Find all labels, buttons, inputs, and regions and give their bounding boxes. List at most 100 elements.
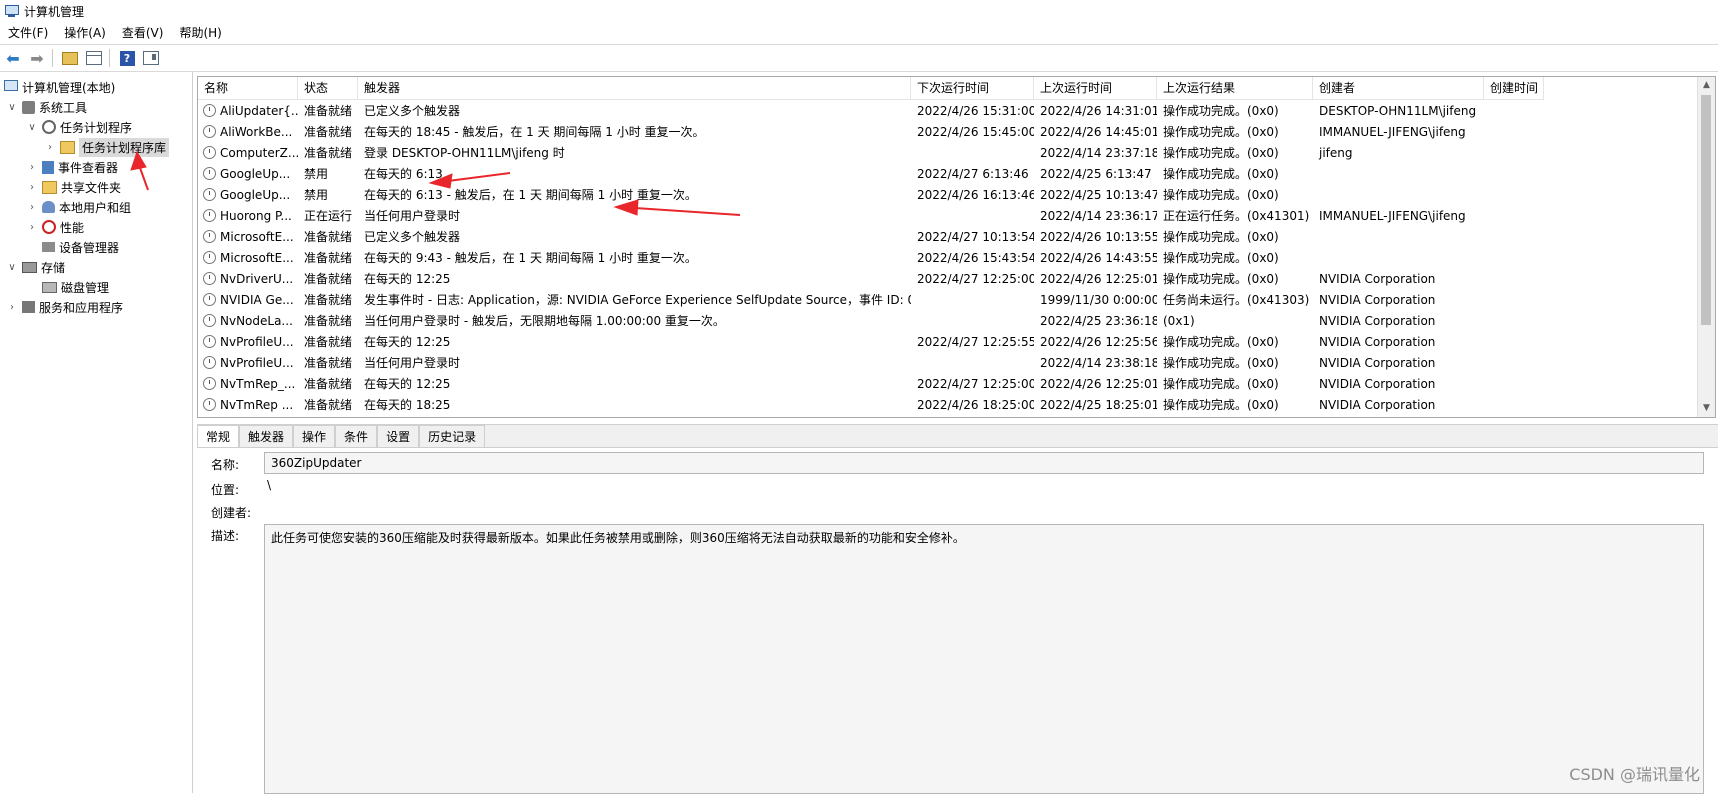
task-name-label: NvTmRep ... <box>220 397 294 412</box>
tree-node-event-viewer[interactable]: › 事件查看器 <box>26 158 118 176</box>
task-name-label: NvTmRep_... <box>220 376 296 391</box>
tree-node-shared-folders[interactable]: › 共享文件夹 <box>26 178 121 196</box>
tree-node-services-apps[interactable]: › 服务和应用程序 <box>6 298 123 316</box>
task-name-label: NvProfileU... <box>220 355 294 370</box>
chevron-down-icon[interactable]: ∨ <box>6 102 18 113</box>
cell-next-run: 2022/4/26 15:31:00 <box>917 103 1034 118</box>
back-arrow-icon[interactable]: ⬅ <box>2 48 24 68</box>
tab-actions[interactable]: 操作 <box>293 425 336 448</box>
task-name-label: MicrosoftE... <box>220 250 294 265</box>
cell-status: 准备就绪 <box>304 272 353 286</box>
column-header-trigger[interactable]: 触发器 <box>358 77 911 99</box>
action-pane-icon <box>143 51 159 65</box>
table-row[interactable]: GoogleUp... 禁用 在每天的 6:13 - 触发后，在 1 天 期间每隔 … <box>198 184 1544 205</box>
cell-last-run: 2022/4/26 14:45:01 <box>1040 124 1157 139</box>
scroll-up-icon[interactable]: ▲ <box>1698 77 1715 94</box>
tree-label: 存储 <box>41 260 66 275</box>
task-clock-icon <box>203 293 216 306</box>
table-row[interactable]: NvDriverU... 准备就绪 在每天的 12:25 2022/4/27 12:2… <box>198 268 1544 289</box>
task-clock-icon <box>203 314 216 327</box>
tree-node-storage[interactable]: ∨ 存储 <box>6 258 65 276</box>
cell-status: 准备就绪 <box>304 293 353 307</box>
table-row[interactable]: NvTmRep_... 准备就绪 在每天的 12:25 2022/4/27 12:25… <box>198 373 1544 394</box>
tree-node-device-manager[interactable]: 设备管理器 <box>42 238 119 256</box>
cell-last-run: 2022/4/25 6:13:47 <box>1040 166 1152 181</box>
chevron-right-icon[interactable]: › <box>6 302 18 313</box>
table-row[interactable]: Huorong P... 正在运行 当任何用户登录时 2022/4/14 23:36:… <box>198 205 1544 226</box>
table-row[interactable]: AliWorkBe... 准备就绪 在每天的 18:45 - 触发后，在 1 天 期… <box>198 121 1544 142</box>
chevron-right-icon[interactable]: › <box>26 202 38 213</box>
table-row[interactable]: AliUpdater{... 准备就绪 已定义多个触发器 2022/4/26 15:3… <box>198 100 1544 121</box>
chevron-right-icon[interactable]: › <box>44 142 56 153</box>
action-pane-button[interactable] <box>140 48 162 68</box>
tree-node-local-users[interactable]: › 本地用户和组 <box>26 198 131 216</box>
column-header-last-run[interactable]: 上次运行时间 <box>1034 77 1157 99</box>
up-folder-button[interactable] <box>59 48 81 68</box>
cell-name: NvTmRep_... <box>198 377 298 391</box>
chevron-right-icon[interactable]: › <box>26 182 38 193</box>
cell-trigger: 在每天的 12:25 <box>364 335 451 349</box>
tab-general[interactable]: 常规 <box>197 425 240 449</box>
tree-node-task-scheduler[interactable]: ∨ 任务计划程序 <box>26 118 132 136</box>
event-viewer-icon <box>42 160 54 174</box>
chevron-down-icon[interactable]: ∨ <box>26 122 38 133</box>
menu-action[interactable]: 操作(A) <box>56 23 114 43</box>
cell-trigger: 发生事件时 - 日志: Application，源: NVIDIA GeForc… <box>364 293 911 307</box>
scroll-down-icon[interactable]: ▼ <box>1698 400 1715 417</box>
name-field[interactable]: 360ZipUpdater <box>264 452 1704 474</box>
help-icon: ? <box>119 50 135 66</box>
cell-next-run: 2022/4/27 12:25:55 <box>917 334 1034 349</box>
table-row[interactable]: MicrosoftE... 准备就绪 已定义多个触发器 2022/4/27 10:13… <box>198 226 1544 247</box>
watermark: CSDN @瑞讯量化 <box>1569 765 1700 784</box>
menu-view[interactable]: 查看(V) <box>114 23 172 43</box>
tree-node-disk-management[interactable]: 磁盘管理 <box>42 278 109 296</box>
table-row[interactable]: ComputerZ... 准备就绪 登录 DESKTOP-OHN11LM\jifen… <box>198 142 1544 163</box>
forward-arrow-icon[interactable]: ➡ <box>26 48 48 68</box>
cell-author: IMMANUEL-JIFENG\jifeng <box>1319 124 1466 139</box>
table-row[interactable]: NvTmRep ... 准备就绪 在每天的 18:25 2022/4/26 18:25… <box>198 394 1544 415</box>
table-row[interactable]: MicrosoftE... 准备就绪 在每天的 9:43 - 触发后，在 1 天 期… <box>198 247 1544 268</box>
performance-icon <box>42 220 56 234</box>
chevron-right-icon[interactable]: › <box>26 222 38 233</box>
cell-name: ComputerZ... <box>198 146 298 160</box>
table-row[interactable]: NvNodeLa... 准备就绪 当任何用户登录时 - 触发后，无限期地每隔 1.0… <box>198 310 1544 331</box>
chevron-down-icon[interactable]: ∨ <box>6 262 18 273</box>
tree-node-task-library[interactable]: › 任务计划程序库 <box>44 137 170 157</box>
task-clock-icon <box>203 104 216 117</box>
tree-node-root[interactable]: 计算机管理(本地) <box>4 78 115 96</box>
table-row[interactable]: GoogleUp... 禁用 在每天的 6:13 2022/4/27 6:13:46 2… <box>198 163 1544 184</box>
tree-label: 服务和应用程序 <box>39 300 124 315</box>
clock-folder-icon <box>60 140 75 154</box>
tab-triggers[interactable]: 触发器 <box>239 425 294 448</box>
table-row[interactable]: NVIDIA Ge... 准备就绪 发生事件时 - 日志: Application，… <box>198 289 1544 310</box>
tab-settings[interactable]: 设置 <box>377 425 420 448</box>
column-header-last-result[interactable]: 上次运行结果 <box>1157 77 1313 99</box>
scroll-thumb[interactable] <box>1701 95 1711 325</box>
cell-last-run: 1999/11/30 0:00:00 <box>1040 292 1157 307</box>
chevron-right-icon[interactable]: › <box>26 162 38 173</box>
table-row[interactable]: NvProfileU... 准备就绪 在每天的 12:25 2022/4/27 12:… <box>198 331 1544 352</box>
menu-file[interactable]: 文件(F) <box>0 23 56 43</box>
cell-status: 准备就绪 <box>304 125 353 139</box>
tree-node-performance[interactable]: › 性能 <box>26 218 84 236</box>
console-tree-icon <box>86 51 102 65</box>
cell-last-run: 2022/4/26 12:25:56 <box>1040 334 1157 349</box>
column-header-status[interactable]: 状态 <box>298 77 358 99</box>
column-header-next-run[interactable]: 下次运行时间 <box>911 77 1034 99</box>
vertical-scrollbar[interactable]: ▲ ▼ <box>1697 77 1715 417</box>
tab-conditions[interactable]: 条件 <box>335 425 378 448</box>
show-hide-tree-button[interactable] <box>83 48 105 68</box>
tools-icon <box>22 100 35 114</box>
table-row[interactable]: NvProfileU... 准备就绪 当任何用户登录时 2022/4/14 23:38… <box>198 352 1544 373</box>
menu-help[interactable]: 帮助(H) <box>171 23 229 43</box>
help-button[interactable]: ? <box>116 48 138 68</box>
column-header-created[interactable]: 创建时间 <box>1484 77 1544 99</box>
cell-last-result: 操作成功完成。(0x0) <box>1163 335 1279 349</box>
description-field[interactable]: 此任务可使您安装的360压缩能及时获得最新版本。如果此任务被禁用或删除，则360… <box>264 524 1704 794</box>
column-header-name[interactable]: 名称 <box>198 77 298 99</box>
column-header-author[interactable]: 创建者 <box>1313 77 1484 99</box>
tab-history[interactable]: 历史记录 <box>419 425 486 448</box>
tree-node-system-tools[interactable]: ∨ 系统工具 <box>6 98 87 116</box>
toolbar-separator <box>52 49 53 67</box>
cell-trigger: 在每天的 18:45 - 触发后，在 1 天 期间每隔 1 小时 重复一次。 <box>364 125 705 139</box>
